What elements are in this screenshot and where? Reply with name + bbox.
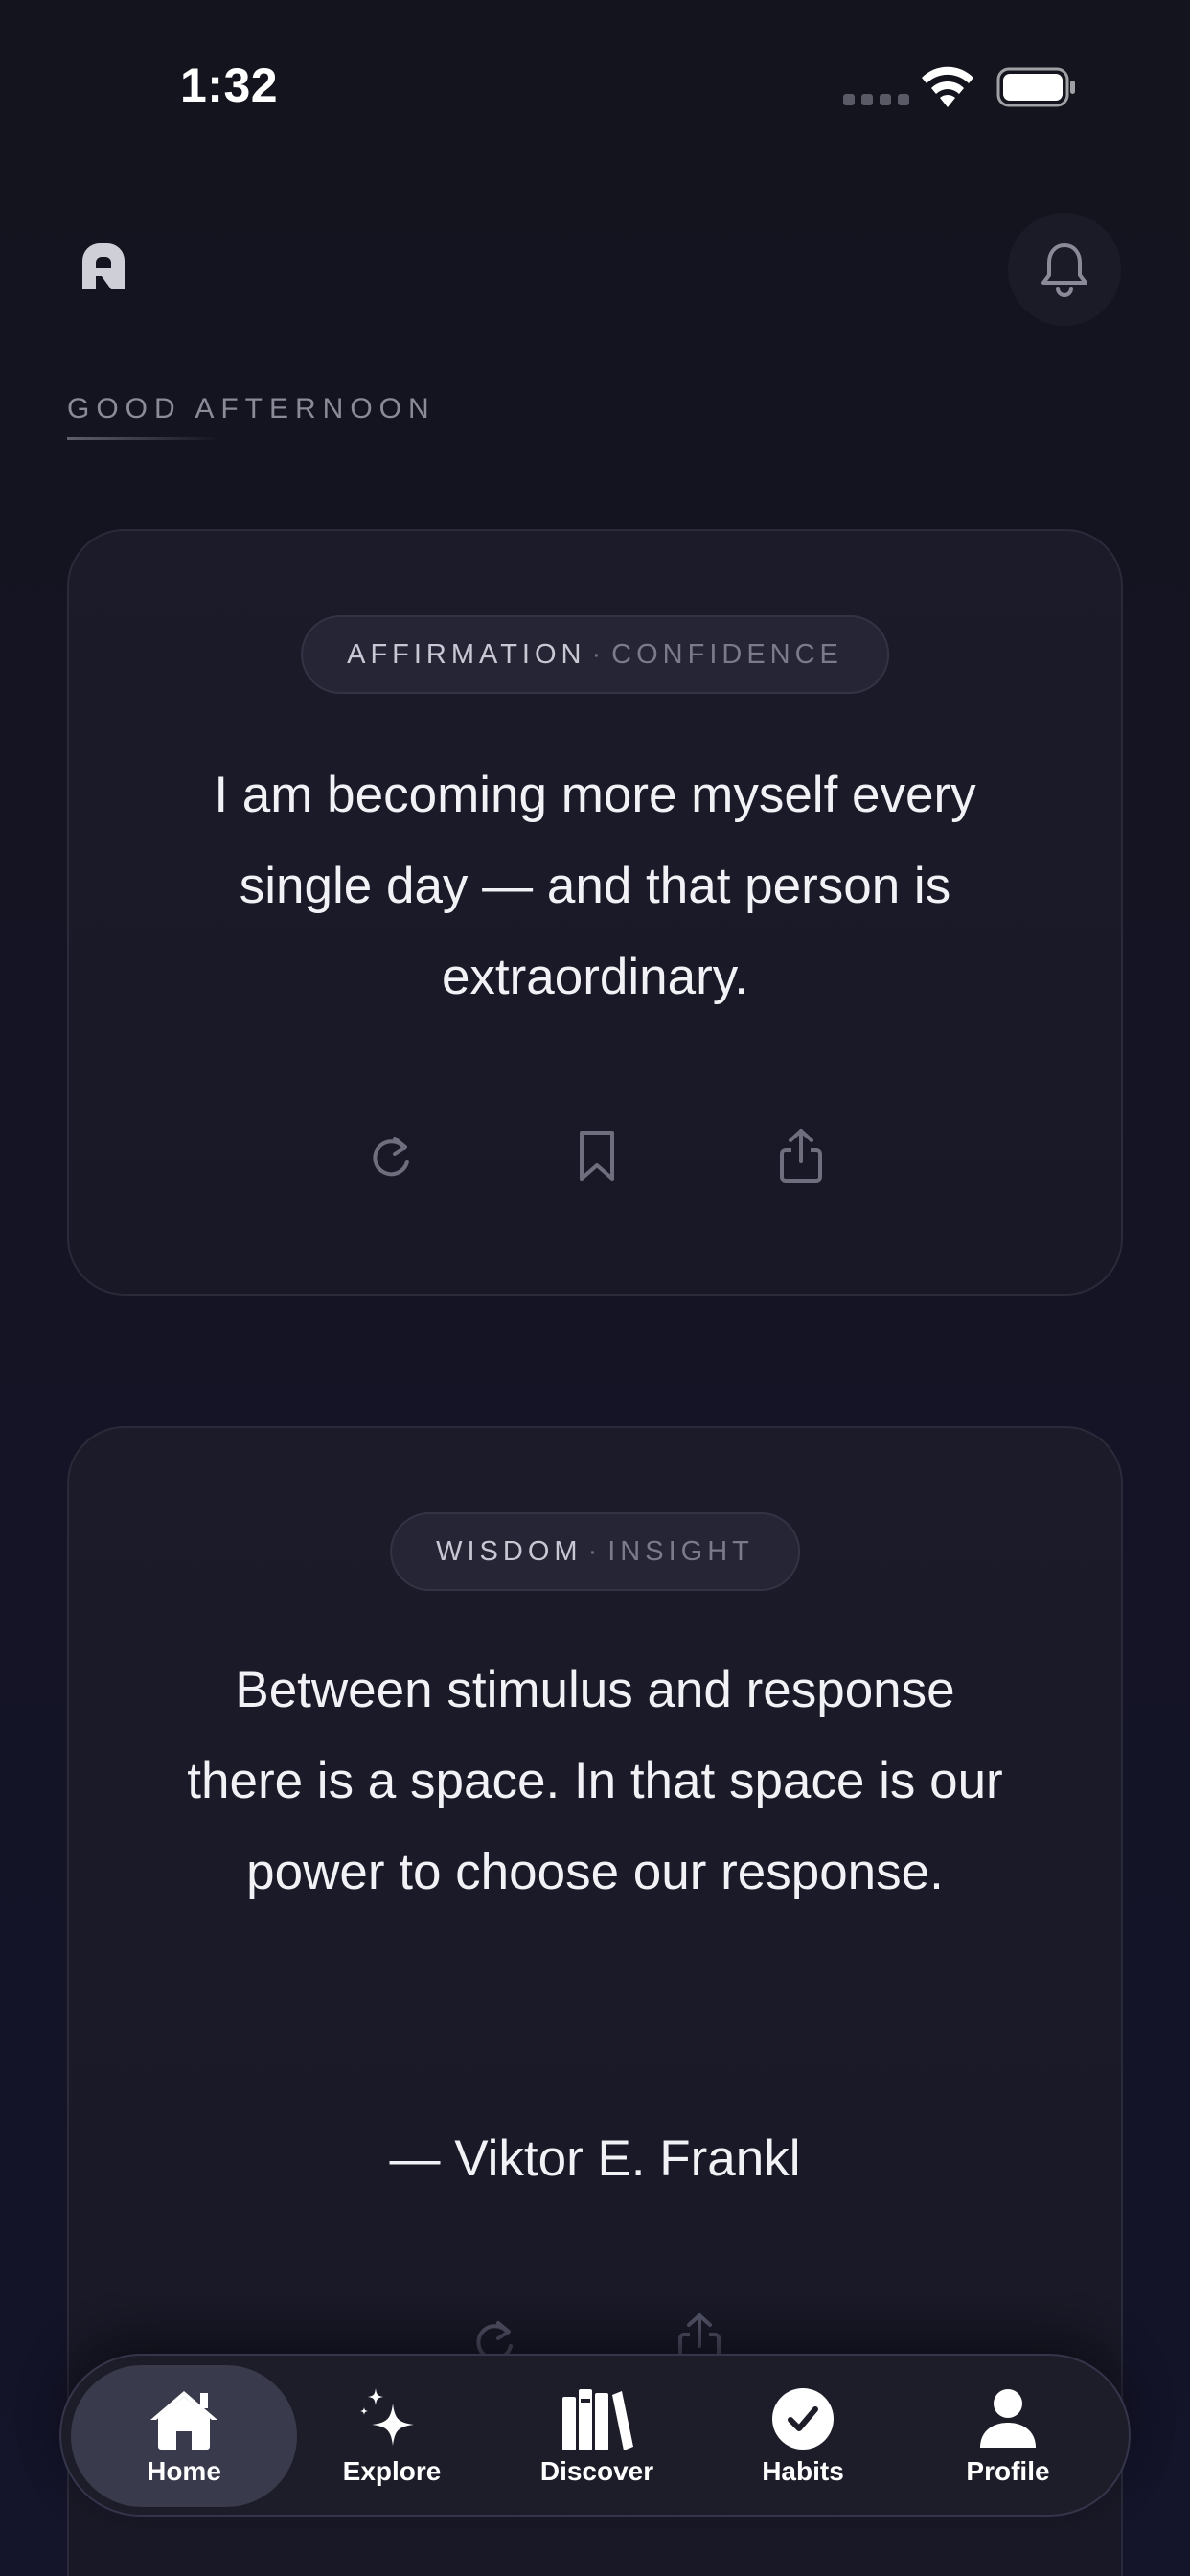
greeting-label: GOOD AFTERNOON: [67, 393, 436, 425]
tab-label: Discover: [539, 2456, 654, 2486]
home-screen: 1:32 GOOD AFTERNOON AFFIRMATION · CONFID…: [0, 0, 1190, 2576]
wisdom-quote-text: Between stimulus and response there is a…: [187, 1662, 1003, 1900]
notifications-button[interactable]: [1008, 213, 1121, 326]
tab-label: Profile: [966, 2456, 1050, 2486]
bookmark-icon: [580, 1131, 614, 1181]
tab-label: Home: [147, 2456, 221, 2486]
category-pill: WISDOM · INSIGHT: [390, 1512, 800, 1591]
tab-label: Explore: [342, 2456, 442, 2486]
books-icon: [562, 2389, 633, 2450]
category-label: WISDOM: [436, 1535, 583, 1567]
tab-explore[interactable]: Explore: [279, 2365, 505, 2507]
category-separator: ·: [591, 638, 606, 670]
wifi-icon: [922, 66, 973, 107]
person-icon: [980, 2389, 1036, 2448]
refresh-button[interactable]: [353, 1117, 429, 1194]
affirmation-card[interactable]: AFFIRMATION · CONFIDENCE I am becoming m…: [67, 529, 1123, 1296]
tab-discover[interactable]: Discover: [484, 2365, 710, 2507]
quote-author: — Viktor E. Frankl: [389, 2130, 801, 2187]
category-separator: ·: [587, 1535, 603, 1567]
bookmark-button[interactable]: [559, 1117, 635, 1194]
sparkles-icon: [360, 2388, 414, 2446]
share-button[interactable]: [763, 1117, 839, 1194]
tab-home[interactable]: Home: [71, 2365, 297, 2507]
home-icon: [150, 2391, 217, 2450]
share-icon: [780, 1129, 822, 1183]
tab-profile[interactable]: Profile: [895, 2365, 1121, 2507]
subcategory-label: INSIGHT: [607, 1535, 754, 1567]
checkmark-circle-icon: [772, 2388, 834, 2450]
tab-label: Habits: [762, 2456, 844, 2486]
tab-bar: Home Explore Discover Habits Profile: [59, 2354, 1131, 2517]
category-pill: AFFIRMATION · CONFIDENCE: [301, 615, 889, 694]
status-time: 1:32: [180, 58, 279, 112]
tab-habits[interactable]: Habits: [690, 2365, 916, 2507]
cellular-signal-icon: [843, 94, 909, 105]
app-logo: [82, 243, 125, 289]
greeting-underline: [67, 437, 220, 440]
affirmation-text: I am becoming more myself every single d…: [214, 767, 976, 1005]
category-label: AFFIRMATION: [347, 638, 586, 670]
refresh-icon: [373, 1137, 409, 1177]
bell-icon: [1041, 243, 1087, 297]
battery-icon: [996, 67, 1075, 107]
subcategory-label: CONFIDENCE: [611, 638, 843, 670]
